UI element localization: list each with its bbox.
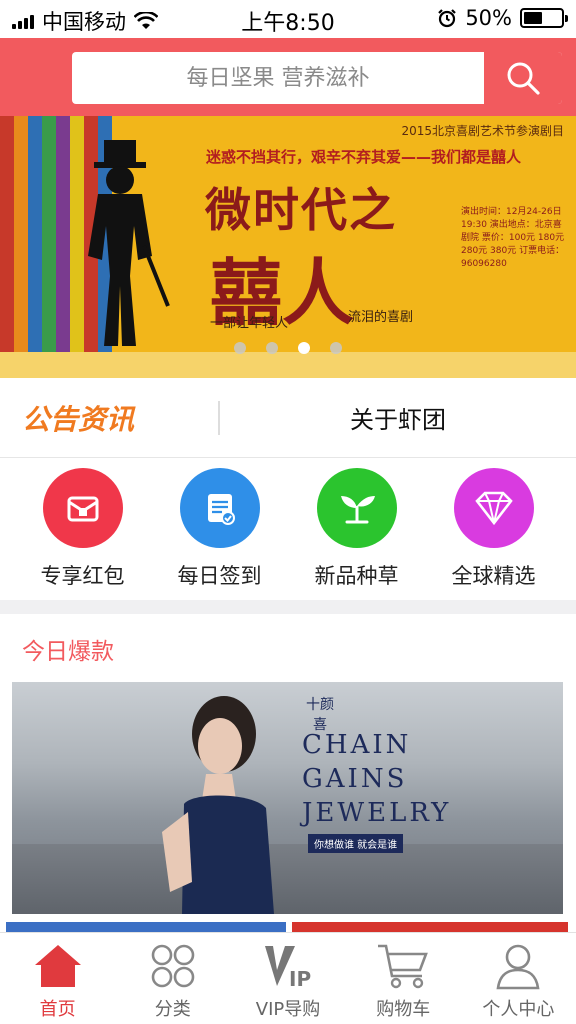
battery-icon — [520, 8, 568, 28]
vip-icon: IP — [261, 941, 315, 991]
sprout-icon — [340, 496, 375, 524]
quick-entry-grid: 专享红包 每日签到 新品种草 全球精选 — [0, 458, 576, 600]
banner-tagline-left: 一部让年轻人 — [210, 316, 289, 331]
quick-entry-label: 专享红包 — [40, 564, 125, 588]
quick-entry-new-products[interactable]: 新品种草 — [297, 468, 417, 600]
carrier-label: 中国移动 — [42, 10, 126, 34]
alarm-icon — [438, 9, 457, 28]
svg-text:IP: IP — [289, 967, 311, 990]
carousel-dot[interactable] — [266, 342, 278, 354]
category-icon — [146, 941, 200, 991]
banner-carousel[interactable]: 2015北京喜剧艺术节参演剧目 迷惑不挡其行，艰辛不弃其爱——我们都是囍人 微时… — [0, 116, 576, 378]
tab-label: 个人中心 — [482, 999, 555, 1020]
signal-icon — [12, 13, 34, 29]
model-figure — [162, 696, 274, 914]
bottom-tab-bar: 首页 分类 IP VIP导购 购物车 个人中心 — [0, 932, 576, 1024]
tab-cart[interactable]: 购物车 — [346, 933, 461, 1024]
quick-entry-label: 全球精选 — [451, 564, 536, 588]
banner-title-line1: 微时代之 — [205, 183, 397, 237]
carousel-dots[interactable] — [234, 342, 342, 354]
promo-line: CHAIN — [302, 730, 412, 760]
red-envelope-icon — [67, 496, 98, 522]
home-icon — [31, 941, 85, 991]
tab-label: 分类 — [154, 999, 191, 1020]
tab-label: 首页 — [39, 999, 76, 1020]
battery-fill — [524, 12, 542, 24]
status-right: 50% — [437, 6, 568, 30]
status-bar: 中国移动 上午8:50 50% — [0, 0, 576, 38]
tab-label: 购物车 — [376, 999, 431, 1020]
tab-home[interactable]: 首页 — [0, 933, 115, 1024]
banner-sponsors — [0, 352, 576, 378]
tab-label: VIP导购 — [255, 999, 321, 1020]
banner-tagline-right: 流泪的喜剧 — [348, 310, 414, 325]
user-icon — [491, 941, 545, 991]
quick-entry-label: 新品种草 — [314, 564, 399, 588]
diamond-circle — [453, 468, 534, 548]
wifi-icon — [134, 12, 158, 29]
header-bar — [0, 38, 576, 116]
banner-meta: 2015北京喜剧艺术节参演剧目 — [401, 124, 564, 138]
about-link[interactable]: 关于虾团 — [220, 400, 576, 435]
carousel-dot[interactable] — [298, 342, 310, 354]
quick-entry-label: 每日签到 — [177, 564, 262, 588]
sprout-circle — [316, 468, 397, 548]
promo-banner[interactable]: 十颜喜 CHAIN GAINS JEWELRY 你想做谁 就会是谁 — [12, 682, 563, 914]
calendar-check-circle — [179, 468, 260, 548]
notice-brand[interactable]: 公告资讯 — [0, 398, 218, 438]
calendar-check-icon — [207, 494, 235, 525]
section-title: 今日爆款 — [22, 639, 114, 665]
carousel-dot[interactable] — [330, 342, 342, 354]
quick-entry-checkin[interactable]: 每日签到 — [160, 468, 280, 600]
diamond-icon — [474, 491, 513, 526]
search-button[interactable] — [484, 52, 562, 104]
quick-entry-red-envelope[interactable]: 专享红包 — [23, 468, 143, 600]
tab-vip[interactable]: IP VIP导购 — [230, 933, 345, 1024]
cart-icon — [376, 941, 430, 991]
promo-subtitle: 你想做谁 就会是谁 — [308, 834, 404, 853]
search-box[interactable] — [72, 52, 562, 104]
promo-line: JEWELRY — [302, 798, 452, 828]
carousel-dot[interactable] — [234, 342, 246, 354]
battery-percent: 50% — [465, 6, 512, 30]
red-envelope-circle — [42, 468, 123, 548]
search-input[interactable] — [72, 52, 484, 104]
status-left: 中国移动 — [12, 6, 158, 36]
notice-row: 公告资讯 关于虾团 — [0, 378, 576, 458]
next-card-peek — [6, 922, 286, 932]
banner-slogan: 迷惑不挡其行，艰辛不弃其爱——我们都是囍人 — [206, 148, 522, 166]
promo-brand-lines: CHAIN GAINS JEWELRY — [302, 728, 451, 830]
tab-profile[interactable]: 个人中心 — [461, 933, 576, 1024]
next-card-peek — [292, 922, 568, 932]
chaplin-figure — [88, 140, 170, 346]
banner-info: 演出时间：12月24-26日 19:30 演出地点：北京喜剧院 票价：100元 … — [461, 207, 565, 269]
section-gap — [0, 600, 576, 614]
quick-entry-global-picks[interactable]: 全球精选 — [434, 468, 554, 600]
promo-line: GAINS — [302, 764, 408, 794]
tab-category[interactable]: 分类 — [115, 933, 230, 1024]
search-icon — [507, 62, 540, 95]
